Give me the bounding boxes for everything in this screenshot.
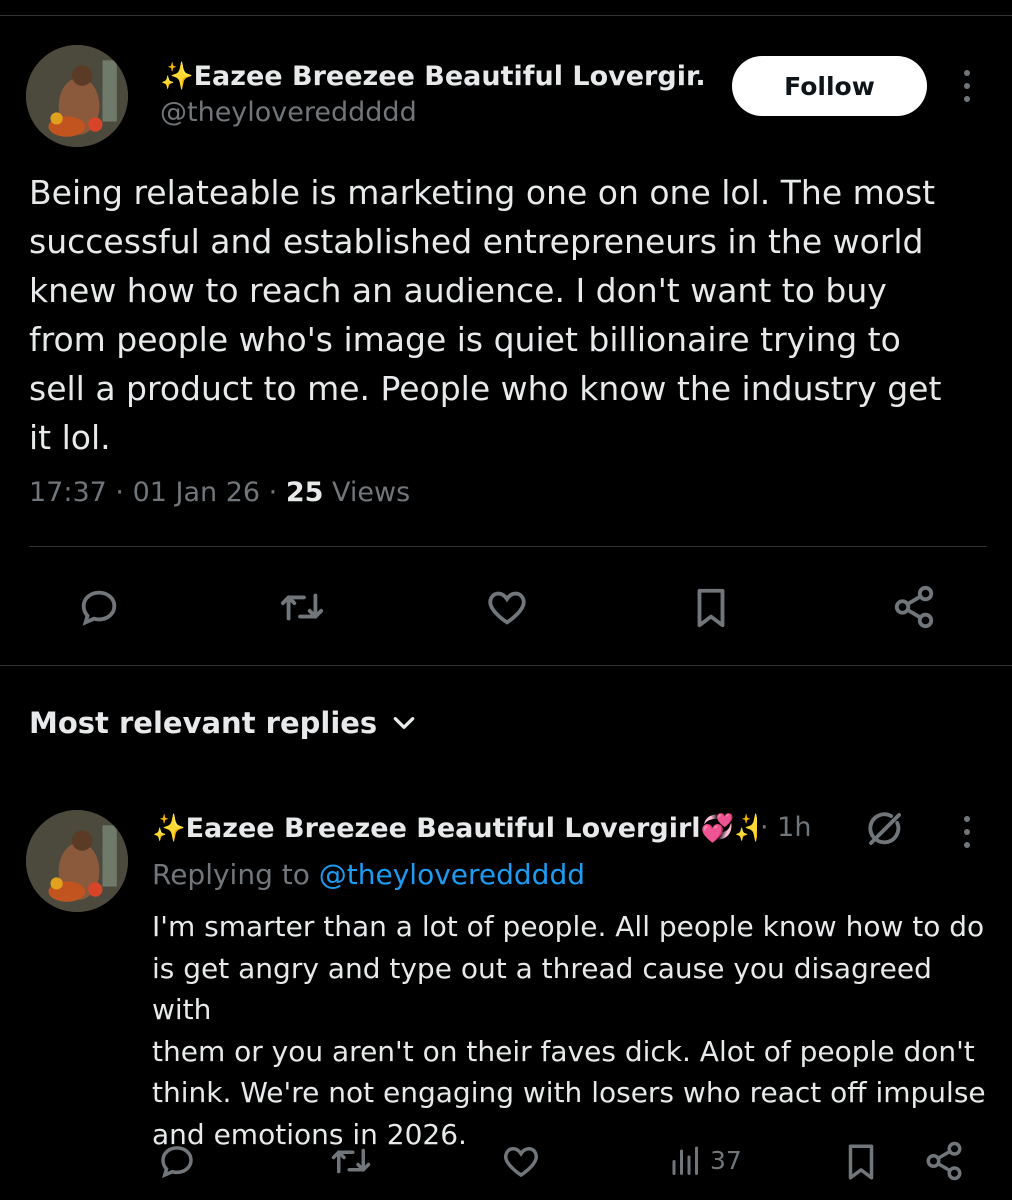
- repost-icon: [280, 593, 324, 621]
- reply-like-button[interactable]: [500, 1140, 542, 1182]
- reply-share-button[interactable]: [922, 1140, 966, 1182]
- post-date[interactable]: 01 Jan 26: [133, 477, 261, 508]
- reply-bookmark-button[interactable]: [840, 1140, 882, 1184]
- actions-divider: [29, 546, 987, 547]
- views-count: 25: [285, 477, 324, 508]
- repost-icon: [331, 1148, 371, 1174]
- grok-icon: [868, 812, 901, 845]
- bookmark-icon: [697, 588, 725, 628]
- repost-button[interactable]: [277, 584, 327, 630]
- post-meta: 17:37 · 01 Jan 26 · 25 Views: [29, 477, 411, 508]
- reply-repost-button[interactable]: [328, 1140, 374, 1182]
- share-icon: [894, 585, 934, 629]
- like-button[interactable]: [484, 584, 530, 630]
- like-icon: [504, 1146, 538, 1178]
- chevron-down-icon: [393, 717, 415, 729]
- author-handle[interactable]: @theylovereddddd: [160, 97, 417, 128]
- sort-label: Most relevant replies: [29, 706, 378, 740]
- reply-author-name[interactable]: ✨Eazee Breezee Beautiful Lovergirl💞✨: [152, 812, 757, 844]
- reply-text: I'm smarter than a lot of people. All pe…: [152, 910, 986, 1151]
- reply-author-avatar[interactable]: [26, 810, 128, 912]
- reply-icon: [81, 590, 117, 626]
- reply-views-button[interactable]: 37: [668, 1142, 742, 1178]
- reply-views-count: 37: [710, 1145, 742, 1175]
- replies-sort-dropdown[interactable]: Most relevant replies: [29, 706, 417, 740]
- author-name[interactable]: ✨Eazee Breezee Beautiful Lovergir...: [160, 60, 705, 92]
- like-icon: [488, 591, 526, 625]
- bookmark-button[interactable]: [688, 584, 734, 632]
- replying-handle-link[interactable]: @theylovereddddd: [319, 858, 585, 891]
- replying-prefix: Replying to: [152, 858, 310, 891]
- share-icon: [926, 1141, 962, 1181]
- reply-reply-button[interactable]: [156, 1140, 198, 1182]
- reply-button[interactable]: [76, 584, 122, 630]
- views-label: Views: [332, 477, 411, 508]
- post-text: Being relateable is marketing one on one…: [29, 173, 942, 457]
- section-divider: [0, 665, 1012, 666]
- follow-button[interactable]: Follow: [732, 56, 927, 116]
- analytics-icon: [672, 1146, 698, 1175]
- post-time[interactable]: 17:37: [29, 477, 107, 508]
- author-avatar[interactable]: [26, 45, 128, 147]
- reply-icon: [161, 1146, 193, 1179]
- share-button[interactable]: [890, 584, 938, 630]
- bookmark-icon: [848, 1144, 874, 1180]
- top-divider: [0, 15, 1012, 16]
- reply-more-options-icon[interactable]: [962, 816, 972, 855]
- grok-button[interactable]: [864, 808, 906, 850]
- replying-to: Replying to @theylovereddddd: [152, 858, 585, 891]
- more-options-icon[interactable]: [962, 70, 972, 109]
- reply-time[interactable]: · 1h: [760, 812, 811, 843]
